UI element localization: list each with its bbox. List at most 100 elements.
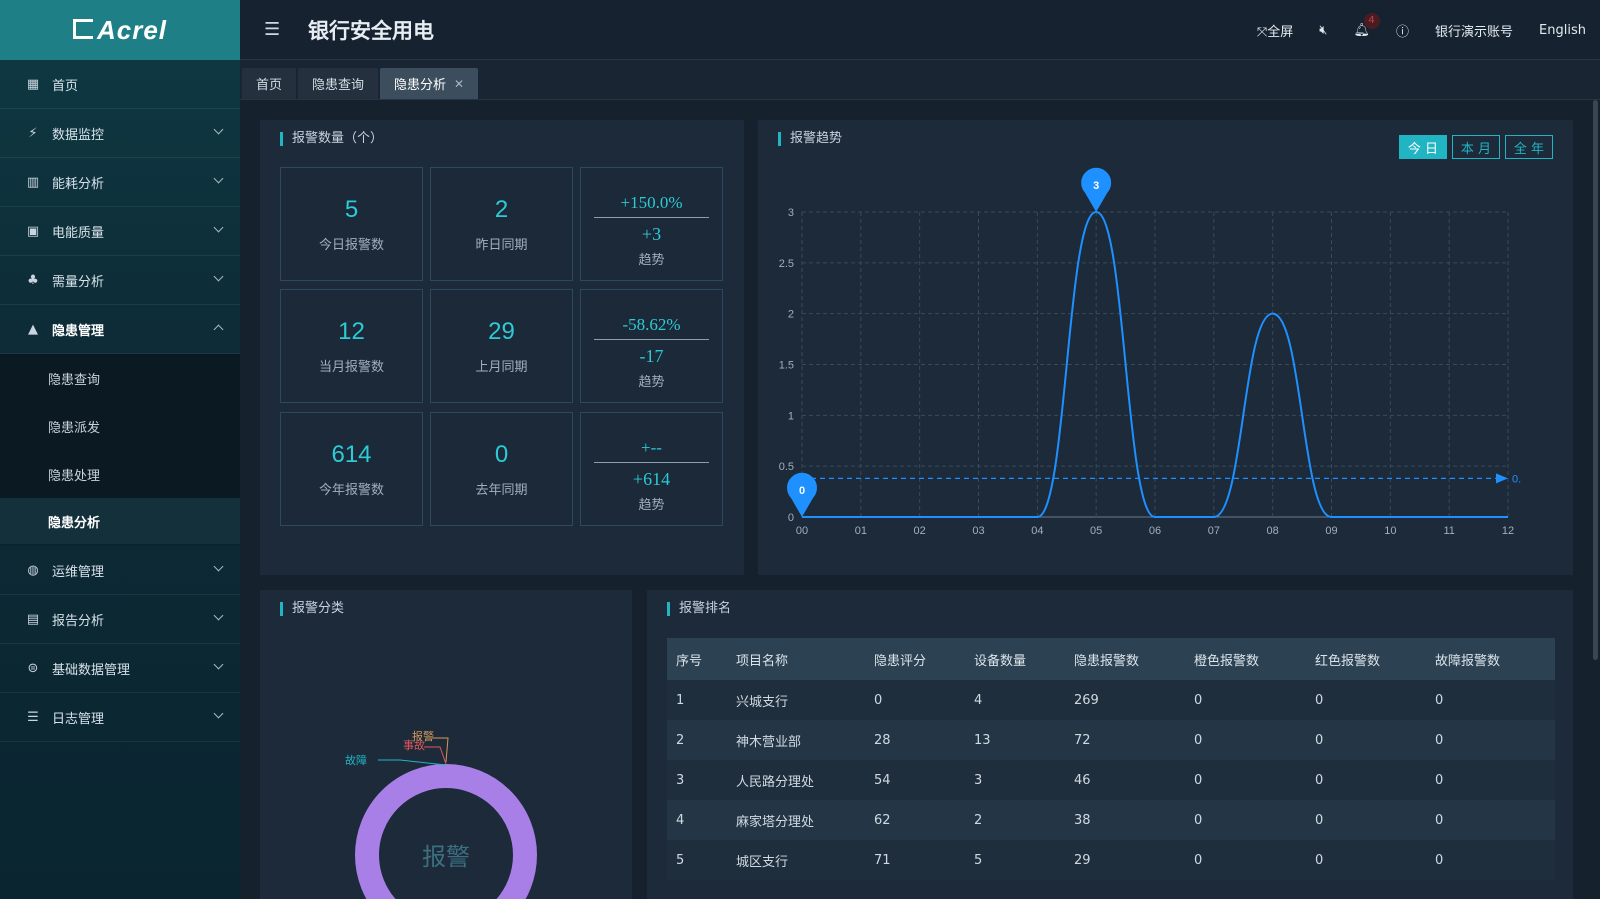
stat-trend-year: +-- +614 趋势 — [580, 412, 723, 526]
table-cell: 54 — [865, 760, 965, 800]
x-tick-label: 05 — [1090, 525, 1102, 537]
table-cell: 0 — [1185, 800, 1306, 840]
table-cell: 0 — [1185, 720, 1306, 760]
x-tick-label: 04 — [1031, 525, 1043, 537]
table-cell: 38 — [1065, 800, 1185, 840]
panel-title: 报警排名 — [667, 602, 731, 616]
sidebar-item-basedata[interactable]: ⊜ 基础数据管理 — [0, 644, 240, 693]
table-cell: 2 — [965, 800, 1065, 840]
table-cell: 2 — [667, 720, 727, 760]
alarm-trend-panel: 报警趋势 今 日 本 月 全 年 0 0.5 1 1.5 2 2.5 3 00 01 02 03 04… — [758, 120, 1573, 575]
column-header: 设备数量 — [965, 638, 1065, 680]
table-row[interactable]: 4 麻家塔分理处 62 2 38 0 0 0 — [667, 800, 1555, 840]
mute-icon[interactable]: 🔇︎ — [1319, 23, 1327, 38]
table-cell: 269 — [1065, 680, 1185, 720]
sidebar-subitem-process[interactable]: 隐患处理 — [0, 450, 240, 498]
marker-label: 3 — [1093, 180, 1099, 192]
y-tick-label: 2.5 — [779, 258, 794, 270]
column-header: 项目名称 — [727, 638, 865, 680]
table-cell: 5 — [667, 840, 727, 880]
sidebar-item-ops[interactable]: ◍ 运维管理 — [0, 546, 240, 595]
table-cell: 城区支行 — [727, 840, 865, 880]
table-row[interactable]: 5 城区支行 71 5 29 0 0 0 — [667, 840, 1555, 880]
table-cell: 0 — [1426, 760, 1555, 800]
sidebar-subitem-query[interactable]: 隐患查询 — [0, 354, 240, 402]
table-cell: 29 — [1065, 840, 1185, 880]
sidebar-item-demand[interactable]: ♣ 需量分析 — [0, 256, 240, 305]
chevron-down-icon — [213, 222, 224, 233]
sidebar-item-home[interactable]: ▦ 首页 — [0, 60, 240, 109]
table-cell: 5 — [965, 840, 1065, 880]
table-cell: 神木营业部 — [727, 720, 865, 760]
sidebar-subitem-analysis[interactable]: 隐患分析 — [0, 498, 240, 546]
table-cell: 1 — [667, 680, 727, 720]
page-scrollbar[interactable] — [1593, 100, 1598, 660]
chevron-down-icon — [213, 561, 224, 572]
panel-title: 报警数量（个） — [280, 132, 383, 146]
y-tick-label: 3 — [788, 207, 794, 219]
sidebar-item-energy[interactable]: ▥ 能耗分析 — [0, 158, 240, 207]
alarm-category-panel: 报警分类 报警 报警 事故 故障 — [260, 590, 632, 899]
sidebar-subitem-dispatch[interactable]: 隐患派发 — [0, 402, 240, 450]
stat-last-year: 0 去年同期 — [430, 412, 573, 526]
stat-last-month: 29 上月同期 — [430, 289, 573, 403]
table-row[interactable]: 2 神木营业部 28 13 72 0 0 0 — [667, 720, 1555, 760]
menu-toggle-icon[interactable]: ☰ — [264, 19, 284, 40]
account-menu[interactable]: 银行演示账号 — [1435, 21, 1513, 40]
column-header: 故障报警数 — [1426, 638, 1555, 680]
column-header: 隐患报警数 — [1065, 638, 1185, 680]
table-cell: 72 — [1065, 720, 1185, 760]
category-donut-chart: 报警 报警 事故 故障 — [345, 729, 537, 899]
notification-button[interactable]: 🔔︎ 4 — [1354, 12, 1380, 38]
tab-hazard-query[interactable]: 隐患查询 — [298, 68, 379, 99]
x-tick-label: 08 — [1267, 525, 1279, 537]
ranking-table: 序号 项目名称 隐患评分 设备数量 隐患报警数 橙色报警数 红色报警数 故障报警… — [667, 638, 1555, 880]
language-switch[interactable]: English — [1539, 23, 1586, 38]
help-icon[interactable]: ⓘ — [1396, 21, 1409, 40]
fullscreen-button[interactable]: ⤧全屏 — [1257, 21, 1293, 40]
close-icon[interactable]: ✕ — [454, 77, 464, 91]
table-cell: 28 — [865, 720, 965, 760]
x-tick-label: 03 — [972, 525, 984, 537]
sidebar-item-power-quality[interactable]: ▣ 电能质量 — [0, 207, 240, 256]
table-cell: 62 — [865, 800, 965, 840]
database-icon: ⊜ — [27, 660, 39, 676]
table-cell: 0 — [1426, 720, 1555, 760]
table-cell: 0 — [1306, 720, 1426, 760]
donut-center-label: 报警 — [422, 843, 470, 871]
table-cell: 0 — [1306, 760, 1426, 800]
chevron-up-icon — [213, 324, 224, 335]
table-row[interactable]: 3 人民路分理处 54 3 46 0 0 0 — [667, 760, 1555, 800]
table-cell: 麻家塔分理处 — [727, 800, 865, 840]
bar-chart-icon: ▥ — [26, 174, 40, 190]
tab-hazard-analysis[interactable]: 隐患分析 ✕ — [380, 68, 479, 99]
table-cell: 0 — [1426, 840, 1555, 880]
table-row[interactable]: 1 兴城支行 0 4 269 0 0 0 — [667, 680, 1555, 720]
chevron-down-icon — [213, 610, 224, 621]
table-cell: 4 — [667, 800, 727, 840]
alarm-ranking-panel: 报警排名 序号 项目名称 隐患评分 设备数量 隐患报警数 橙色报警数 红色报警数… — [647, 590, 1573, 899]
x-tick-label: 01 — [855, 525, 867, 537]
column-header: 红色报警数 — [1306, 638, 1426, 680]
top-header: ☰ 银行安全用电 ⤧全屏 🔇︎ 🔔︎ 4 ⓘ 银行演示账号 English — [240, 0, 1600, 60]
category-label-fault: 故障 — [345, 753, 367, 767]
sidebar-item-hazard[interactable]: ▲ 隐患管理 — [0, 305, 240, 354]
sidebar-item-monitor[interactable]: ⚡ 数据监控 — [0, 109, 240, 158]
dashboard-icon: ▦ — [26, 76, 40, 92]
table-cell: 0 — [1185, 760, 1306, 800]
table-cell: 4 — [965, 680, 1065, 720]
sidebar: Acrel ▦ 首页 ⚡ 数据监控 ▥ 能耗分析 ▣ 电能质量 ♣ 需量分析 ▲ 隐患管理 … — [0, 0, 240, 899]
tab-home[interactable]: 首页 — [242, 68, 297, 99]
table-header-row: 序号 项目名称 隐患评分 设备数量 隐患报警数 橙色报警数 红色报警数 故障报警… — [667, 638, 1555, 680]
sidebar-item-log[interactable]: ☰ 日志管理 — [0, 693, 240, 742]
average-line-arrow — [1496, 473, 1508, 484]
x-tick-label: 06 — [1149, 525, 1161, 537]
x-tick-label: 09 — [1325, 525, 1337, 537]
chevron-down-icon — [213, 659, 224, 670]
chevron-down-icon — [213, 173, 224, 184]
table-cell: 46 — [1065, 760, 1185, 800]
report-icon: ▤ — [26, 611, 40, 627]
y-tick-label: 1.5 — [779, 360, 794, 372]
chevron-down-icon — [213, 271, 224, 282]
sidebar-item-report[interactable]: ▤ 报告分析 — [0, 595, 240, 644]
